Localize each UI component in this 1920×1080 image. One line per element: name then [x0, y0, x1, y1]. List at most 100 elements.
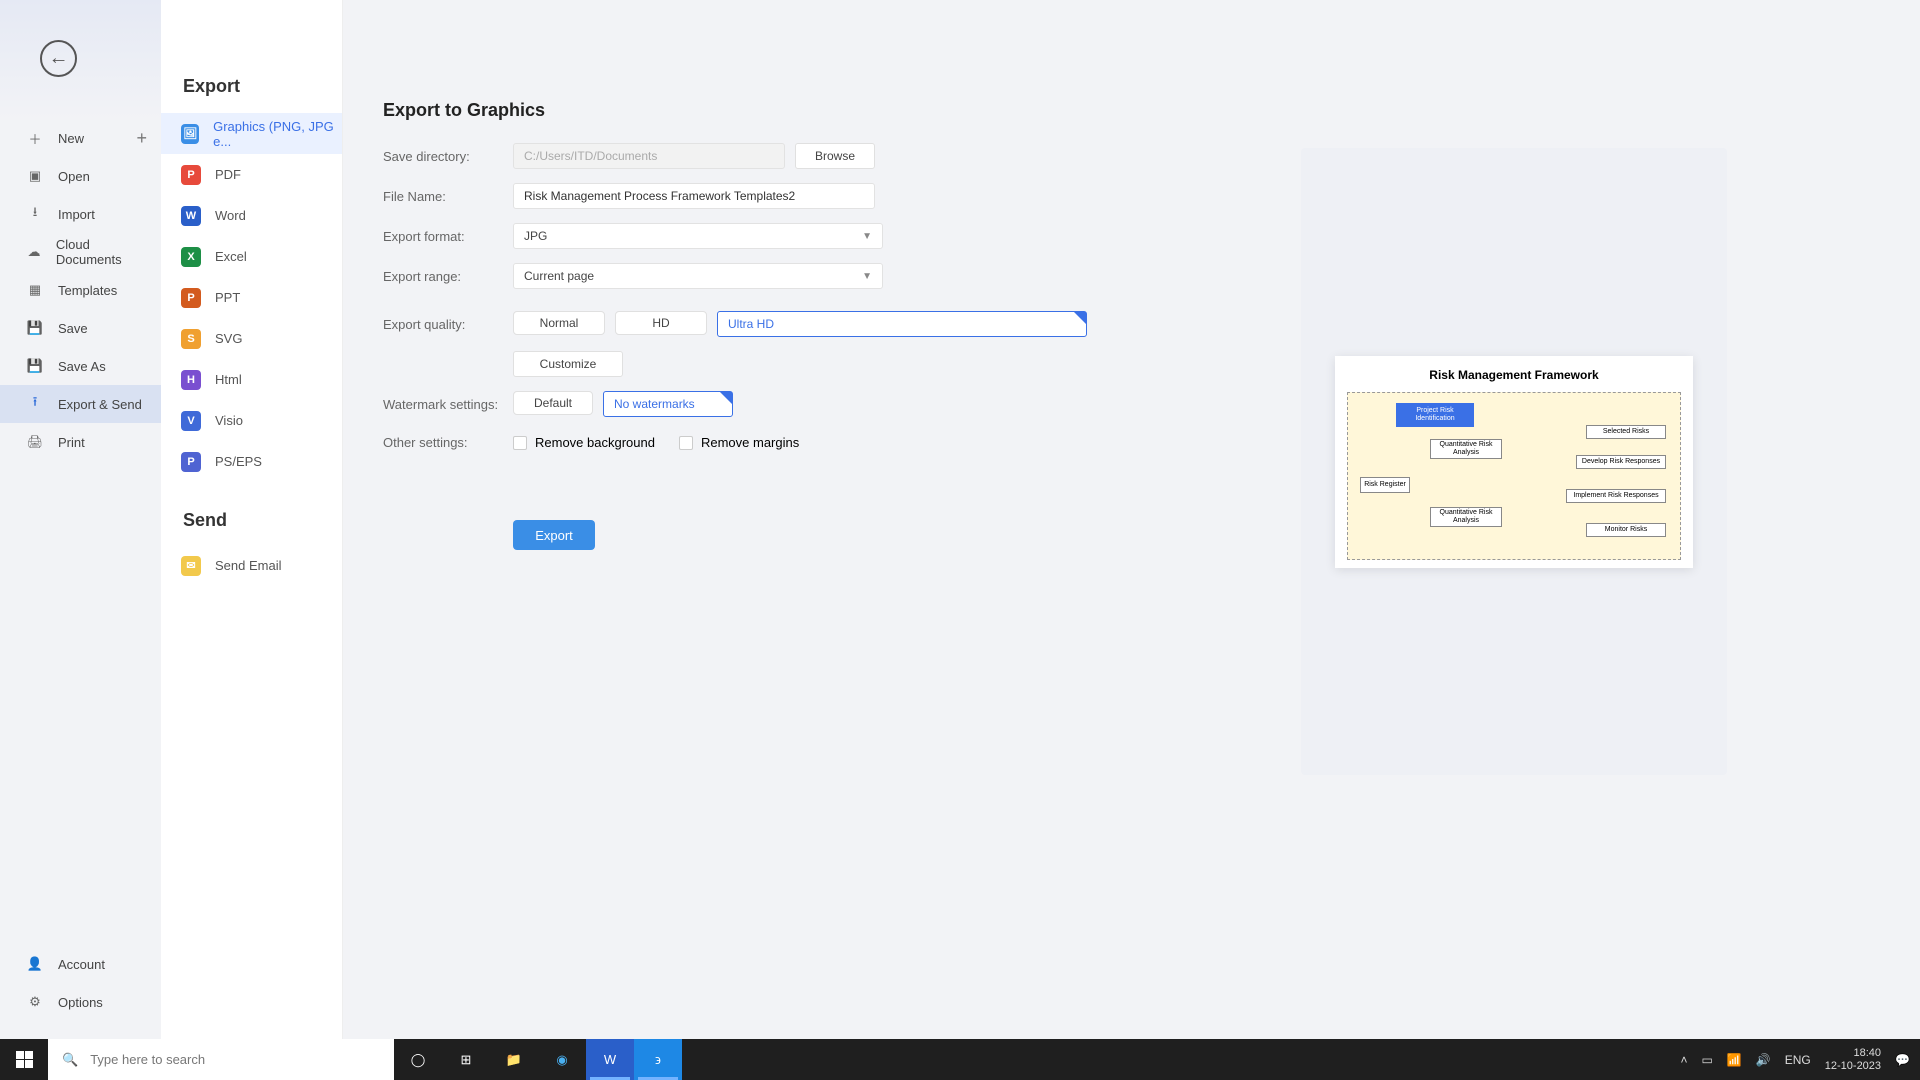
export-svg[interactable]: SSVG [161, 318, 342, 359]
word-icon: W [181, 206, 201, 226]
export-pdf[interactable]: PPDF [161, 154, 342, 195]
windows-taskbar: 🔍Type here to search ◯ ⊞ 📁 ◉ W ϶ ˄ ▭ 📶 🔊… [0, 1039, 1920, 1080]
export-header: Export [161, 0, 342, 113]
format-value: JPG [524, 229, 547, 243]
browse-button[interactable]: Browse [795, 143, 875, 169]
nav-save[interactable]: 💾 Save [0, 309, 161, 347]
export-button[interactable]: Export [513, 520, 595, 550]
customize-button[interactable]: Customize [513, 351, 623, 377]
diag-box: Monitor Risks [1586, 523, 1666, 537]
cloud-icon: ☁ [26, 244, 42, 260]
nav-new[interactable]: ＋New+ [0, 119, 161, 157]
filename-input[interactable] [513, 183, 875, 209]
graphics-icon: 🖼 [181, 124, 199, 144]
export-graphics[interactable]: 🖼 Graphics (PNG, JPG e... [161, 113, 342, 154]
export-label: PPT [215, 290, 240, 305]
nav-label: Save As [58, 359, 106, 374]
notifications-icon[interactable]: 💬 [1895, 1053, 1910, 1067]
nav-label: Cloud Documents [56, 237, 147, 267]
label-savedir: Save directory: [383, 149, 513, 164]
export-label: PDF [215, 167, 241, 182]
wifi-icon[interactable]: 📶 [1727, 1053, 1742, 1067]
nav-label: Save [58, 321, 88, 336]
diag-box: Quantitative Risk Analysis [1430, 439, 1502, 459]
quality-ultrahd[interactable]: Ultra HD [717, 311, 1087, 337]
nav-import[interactable]: ⭳ Import [0, 195, 161, 233]
export-label: Word [215, 208, 246, 223]
explorer-icon[interactable]: 📁 [490, 1039, 538, 1080]
edrawmax-app-icon[interactable]: ϶ [634, 1039, 682, 1080]
watermark-none[interactable]: No watermarks [603, 391, 733, 417]
tray-chevron-icon[interactable]: ˄ [1680, 1053, 1687, 1067]
format-select[interactable]: JPG▼ [513, 223, 883, 249]
nav-export-send[interactable]: ⭱ Export & Send [0, 385, 161, 423]
nav-options[interactable]: ⚙Options [0, 983, 161, 1021]
search-icon: 🔍 [62, 1052, 78, 1068]
nav-label: Templates [58, 283, 117, 298]
cortana-icon[interactable]: ◯ [394, 1039, 442, 1080]
back-button[interactable]: ← [40, 40, 77, 77]
new-icon: ＋ [26, 130, 44, 146]
nav-saveas[interactable]: 💾 Save As [0, 347, 161, 385]
folder-icon: ▣ [26, 168, 44, 184]
quality-hd[interactable]: HD [615, 311, 707, 335]
export-visio[interactable]: VVisio [161, 400, 342, 441]
export-pseps[interactable]: PPS/EPS [161, 441, 342, 482]
diag-box: Quantitative Risk Analysis [1430, 507, 1502, 527]
gear-icon: ⚙ [26, 994, 44, 1010]
html-icon: H [181, 370, 201, 390]
diag-box: Develop Risk Responses [1576, 455, 1666, 469]
tray-display-icon[interactable]: ▭ [1702, 1053, 1713, 1067]
plus-icon[interactable]: + [136, 128, 147, 149]
clock[interactable]: 18:4012-10-2023 [1825, 1047, 1881, 1071]
nav-label: Import [58, 207, 95, 222]
quality-normal[interactable]: Normal [513, 311, 605, 335]
nav-print[interactable]: 🖨Print [0, 423, 161, 461]
page-title: Export to Graphics [383, 100, 1920, 121]
nav-open[interactable]: ▣Open [0, 157, 161, 195]
preview-title: Risk Management Framework [1347, 368, 1681, 382]
export-word[interactable]: W Word [161, 195, 342, 236]
import-icon: ⭳ [26, 206, 44, 222]
taskview-icon[interactable]: ⊞ [442, 1039, 490, 1080]
send-header: Send [161, 482, 342, 545]
export-html[interactable]: H Html [161, 359, 342, 400]
diag-box: Risk Register [1360, 477, 1410, 493]
taskbar-search[interactable]: 🔍Type here to search [48, 1039, 394, 1080]
print-icon: 🖨 [26, 434, 44, 450]
export-ppt[interactable]: PPPT [161, 277, 342, 318]
export-label: Html [215, 372, 242, 387]
nav-cloud[interactable]: ☁ Cloud Documents [0, 233, 161, 271]
save-icon: 💾 [26, 320, 44, 336]
nav-templates[interactable]: ▦Templates [0, 271, 161, 309]
remove-margins-label: Remove margins [701, 435, 799, 450]
saveas-icon: 💾 [26, 358, 44, 374]
remove-margins-checkbox[interactable] [679, 436, 693, 450]
range-select[interactable]: Current page▼ [513, 263, 883, 289]
diag-box: Implement Risk Responses [1566, 489, 1666, 503]
svg-icon: S [181, 329, 201, 349]
account-icon: 👤 [26, 956, 44, 972]
export-label: Graphics (PNG, JPG e... [213, 119, 342, 149]
edge-icon[interactable]: ◉ [538, 1039, 586, 1080]
export-excel[interactable]: XExcel [161, 236, 342, 277]
start-button[interactable] [0, 1039, 48, 1080]
label-quality: Export quality: [383, 317, 513, 332]
remove-bg-checkbox[interactable] [513, 436, 527, 450]
export-icon: ⭱ [26, 396, 44, 412]
volume-icon[interactable]: 🔊 [1756, 1053, 1771, 1067]
remove-bg-label: Remove background [535, 435, 655, 450]
preview-image: Risk Management Framework Project Risk I… [1335, 356, 1693, 568]
send-email[interactable]: ✉Send Email [161, 545, 342, 586]
system-tray: ˄ ▭ 📶 🔊 ENG 18:4012-10-2023 💬 [1680, 1047, 1920, 1071]
export-label: Send Email [215, 558, 281, 573]
export-panel: Export 🖼Graphics (PNG, JPG e... PPDF WWo… [161, 0, 343, 1039]
ps-icon: P [181, 452, 201, 472]
time: 18:40 [1825, 1047, 1881, 1059]
nav-label: Export & Send [58, 397, 142, 412]
nav-account[interactable]: 👤Account [0, 945, 161, 983]
label-watermark: Watermark settings: [383, 397, 513, 412]
watermark-default[interactable]: Default [513, 391, 593, 415]
word-app-icon[interactable]: W [586, 1039, 634, 1080]
lang-indicator[interactable]: ENG [1785, 1053, 1811, 1067]
